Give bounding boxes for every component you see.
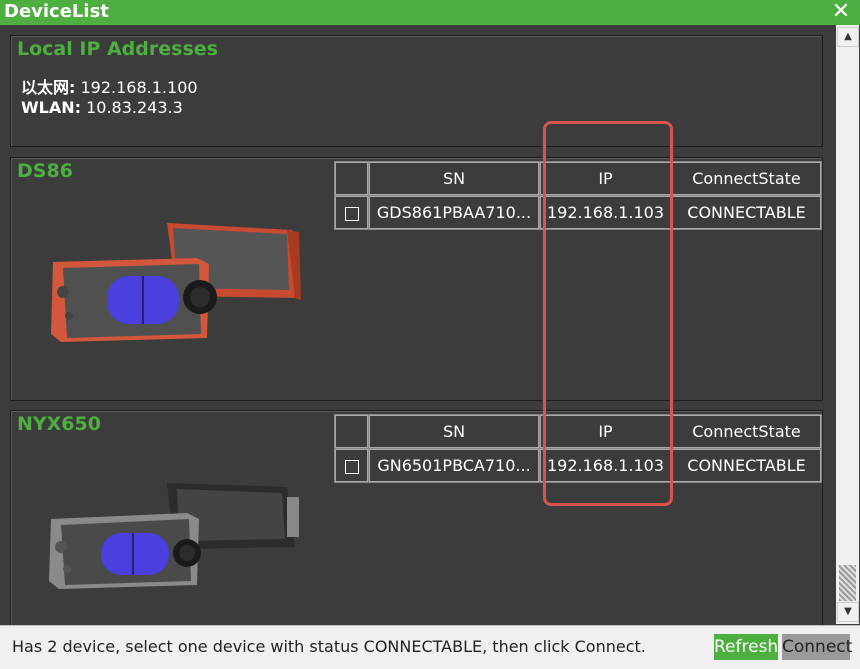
checkbox-icon[interactable] [344,459,359,474]
sn-cell[interactable]: GDS861PBAA710... [369,196,539,229]
ip-column-highlight [543,121,673,506]
local-ip-title: Local IP Addresses [17,38,222,60]
ip-entry-label: WLAN: [21,98,82,117]
local-ip-group: Local IP Addresses 以太网: 192.168.1.100 WL… [10,35,823,147]
device-name: DS86 [17,160,77,182]
select-column-header [335,162,368,195]
status-bar: Has 2 device, select one device with sta… [0,625,860,669]
scroll-up-icon[interactable]: ▲ [837,27,859,47]
ip-entry-value: 10.83.243.3 [86,98,183,117]
connectstate-cell[interactable]: CONNECTABLE [672,196,821,229]
ip-entry-wlan: WLAN: 10.83.243.3 [21,98,183,117]
window-title: DeviceList [4,1,109,22]
title-bar: DeviceList ✕ [0,0,860,25]
nyx650-camera-image [49,483,299,589]
vertical-scrollbar[interactable]: ▲ ▼ [836,25,859,624]
select-cell[interactable] [335,196,368,229]
ip-entry-label: 以太网: [21,78,76,97]
connectstate-column-header[interactable]: ConnectState [672,415,821,448]
refresh-button[interactable]: Refresh [714,634,778,660]
connectstate-cell[interactable]: CONNECTABLE [672,449,821,482]
scroll-down-icon[interactable]: ▼ [837,602,859,622]
checkbox-icon[interactable] [344,206,359,221]
sn-cell[interactable]: GN6501PBCA710... [369,449,539,482]
sn-column-header[interactable]: SN [369,162,539,195]
ip-entry-value: 192.168.1.100 [80,78,198,97]
connectstate-column-header[interactable]: ConnectState [672,162,821,195]
select-column-header [335,415,368,448]
scroll-thumb[interactable] [839,565,856,601]
ds86-camera-image [51,223,301,342]
select-cell[interactable] [335,449,368,482]
device-list-content: Local IP Addresses 以太网: 192.168.1.100 WL… [0,25,860,640]
connect-button[interactable]: Connect [782,634,852,660]
close-icon[interactable]: ✕ [830,0,852,24]
ip-entry-ethernet: 以太网: 192.168.1.100 [21,74,198,98]
status-message: Has 2 device, select one device with sta… [12,637,646,656]
sn-column-header[interactable]: SN [369,415,539,448]
device-name: NYX650 [17,413,105,435]
